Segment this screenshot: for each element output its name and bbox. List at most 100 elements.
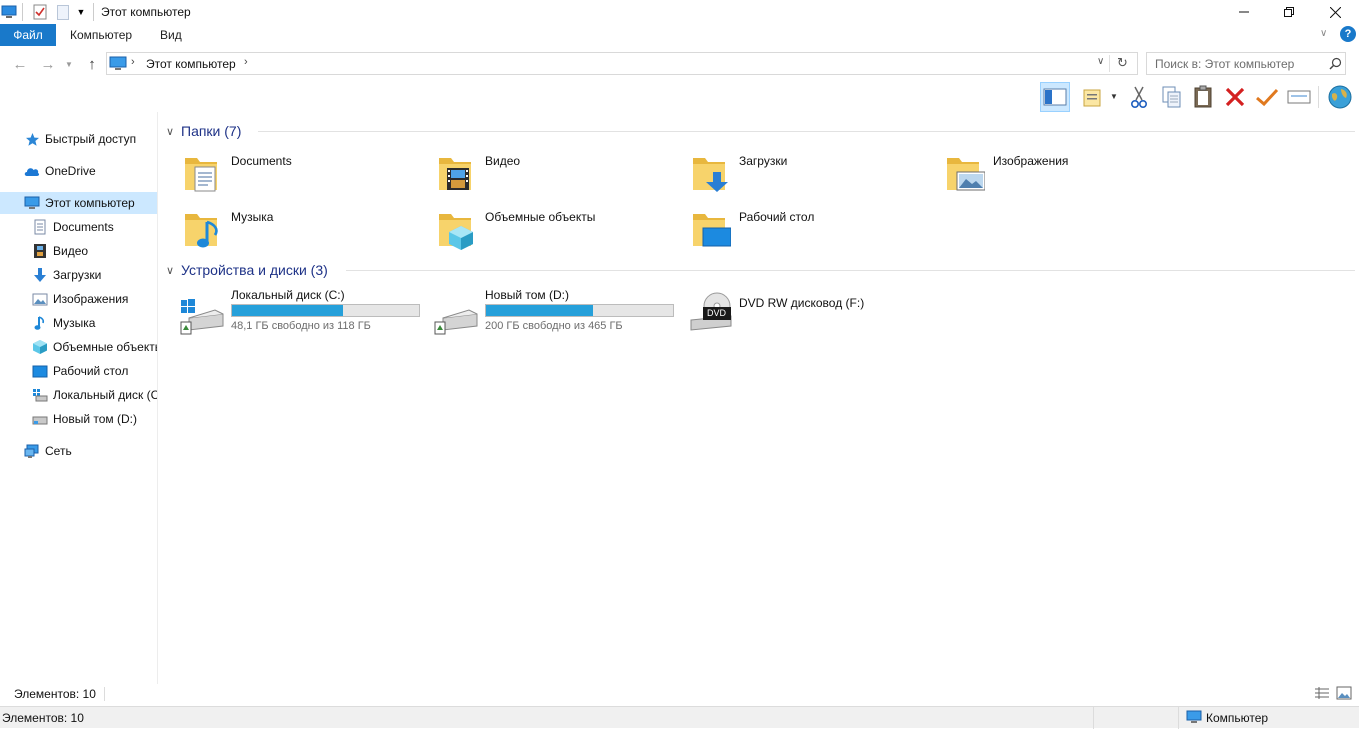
nav-desktop[interactable]: Рабочий стол xyxy=(0,360,157,382)
back-button[interactable]: ← xyxy=(10,54,30,74)
search-box[interactable] xyxy=(1146,52,1346,75)
divider xyxy=(1109,55,1110,72)
properties-panel-icon[interactable] xyxy=(1078,82,1108,112)
nav-label: OneDrive xyxy=(45,164,96,178)
drive-usage-fill xyxy=(486,305,593,316)
folder-pictures[interactable]: Изображения xyxy=(941,152,1191,200)
divider xyxy=(93,3,94,21)
zone-label: Компьютер xyxy=(1206,711,1269,725)
divider xyxy=(1178,707,1179,729)
nav-3d-objects[interactable]: Объемные объекты xyxy=(0,336,157,358)
downloads-folder-icon xyxy=(687,152,731,196)
drive-free-space: 200 ГБ свободно из 465 ГБ xyxy=(485,320,623,332)
details-view-icon[interactable] xyxy=(1314,686,1330,703)
refresh-icon[interactable]: ↻ xyxy=(1117,55,1128,71)
3d-objects-icon xyxy=(32,339,48,355)
tab-computer[interactable]: Компьютер xyxy=(56,24,146,46)
breadcrumb-separator[interactable]: › xyxy=(131,56,135,68)
ribbon-tabs: Файл Компьютер Вид ∨ ? xyxy=(0,24,1359,46)
nav-label: Загрузки xyxy=(53,268,102,282)
breadcrumb-this-pc[interactable]: Этот компьютер xyxy=(146,57,236,71)
folder-desktop[interactable]: Рабочий стол xyxy=(687,208,937,256)
search-icon[interactable] xyxy=(1329,57,1342,73)
recent-locations-button[interactable]: ▼ xyxy=(62,54,76,74)
nav-documents[interactable]: Documents xyxy=(0,216,157,238)
divider xyxy=(1318,86,1319,108)
restore-button[interactable] xyxy=(1266,0,1312,24)
3d-objects-folder-icon xyxy=(433,208,477,252)
chevron-down-icon: ∨ xyxy=(166,125,175,138)
new-folder-icon[interactable] xyxy=(56,3,70,21)
cut-icon[interactable] xyxy=(1124,82,1154,112)
folders-group-header[interactable]: ∨ Папки (7) xyxy=(166,121,241,141)
divider xyxy=(104,687,105,701)
drives-group-header[interactable]: ∨ Устройства и диски (3) xyxy=(166,260,328,280)
forward-button[interactable]: → xyxy=(38,54,58,74)
folder-music[interactable]: Музыка xyxy=(179,208,429,256)
drive-name: DVD RW дисковод (F:) xyxy=(739,296,865,310)
folder-downloads[interactable]: Загрузки xyxy=(687,152,937,200)
desktop-icon xyxy=(32,363,48,379)
divider xyxy=(22,3,23,21)
tab-view[interactable]: Вид xyxy=(146,24,196,46)
window-title: Этот компьютер xyxy=(101,5,191,19)
drive-dvd-f[interactable]: DVD DVD RW дисковод (F:) xyxy=(687,288,937,338)
expand-ribbon-icon[interactable]: ∨ xyxy=(1320,28,1327,39)
nav-onedrive[interactable]: OneDrive xyxy=(0,160,157,182)
video-icon xyxy=(32,243,48,259)
nav-network[interactable]: Сеть xyxy=(0,440,157,462)
documents-folder-icon xyxy=(179,152,223,196)
search-input[interactable] xyxy=(1155,53,1325,74)
nav-local-disk-c[interactable]: Локальный диск (C:) xyxy=(0,384,157,406)
nav-this-pc[interactable]: Этот компьютер xyxy=(0,192,157,214)
large-icons-view-icon[interactable] xyxy=(1336,686,1352,703)
pictures-folder-icon xyxy=(941,152,986,196)
drive-icon xyxy=(32,411,48,427)
address-dropdown-icon[interactable]: ∨ xyxy=(1097,56,1104,67)
folder-name: Documents xyxy=(231,154,292,168)
folder-video[interactable]: Видео xyxy=(433,152,683,200)
folder-name: Загрузки xyxy=(739,154,788,168)
copy-icon[interactable] xyxy=(1156,82,1186,112)
divider xyxy=(1093,707,1094,729)
up-button[interactable]: ↑ xyxy=(82,54,102,74)
close-button[interactable] xyxy=(1312,0,1358,24)
nav-pictures[interactable]: Изображения xyxy=(0,288,157,310)
delete-icon[interactable] xyxy=(1220,82,1250,112)
select-icon[interactable] xyxy=(1284,82,1314,112)
drive-usage-bar xyxy=(485,304,674,317)
nav-video[interactable]: Видео xyxy=(0,240,157,262)
drive-d[interactable]: Новый том (D:) 200 ГБ свободно из 465 ГБ xyxy=(433,288,683,338)
layout-dropdown-icon[interactable]: ▼ xyxy=(1110,92,1118,101)
folder-documents[interactable]: Documents xyxy=(179,152,429,200)
rename-check-icon[interactable] xyxy=(1252,82,1282,112)
this-pc-icon xyxy=(109,56,127,74)
minimize-button[interactable] xyxy=(1221,0,1267,24)
nav-music[interactable]: Музыка xyxy=(0,312,157,334)
group-title: Папки (7) xyxy=(181,123,242,139)
local-disk-c-icon xyxy=(179,296,225,339)
address-bar[interactable]: › Этот компьютер › ∨ ↻ xyxy=(106,52,1138,75)
folder-3d-objects[interactable]: Объемные объекты xyxy=(433,208,683,256)
nav-quick-access[interactable]: Быстрый доступ xyxy=(0,128,157,150)
desktop-folder-icon xyxy=(687,208,732,252)
navigation-pane: Быстрый доступ OneDrive Этот компьютер D… xyxy=(0,112,158,684)
tab-file[interactable]: Файл xyxy=(0,24,56,46)
globe-icon[interactable] xyxy=(1325,82,1355,112)
navigation-pane-button[interactable] xyxy=(1040,82,1070,112)
nav-downloads[interactable]: Загрузки xyxy=(0,264,157,286)
customize-toolbar-icon[interactable]: ▼ xyxy=(74,3,88,21)
nav-label: Этот компьютер xyxy=(45,196,135,210)
nav-new-volume-d[interactable]: Новый том (D:) xyxy=(0,408,157,430)
paste-icon[interactable] xyxy=(1188,82,1218,112)
network-icon xyxy=(24,443,40,459)
nav-label: Видео xyxy=(53,244,89,258)
breadcrumb-separator[interactable]: › xyxy=(244,56,248,68)
group-title: Устройства и диски (3) xyxy=(181,262,328,278)
bottom-items-count: Элементов: 10 xyxy=(2,711,84,725)
pictures-icon xyxy=(32,291,48,307)
help-icon[interactable]: ? xyxy=(1340,26,1356,42)
local-disk-icon xyxy=(32,387,48,403)
drive-c[interactable]: Локальный диск (C:) 48,1 ГБ свободно из … xyxy=(179,288,429,338)
properties-icon[interactable] xyxy=(32,3,48,21)
